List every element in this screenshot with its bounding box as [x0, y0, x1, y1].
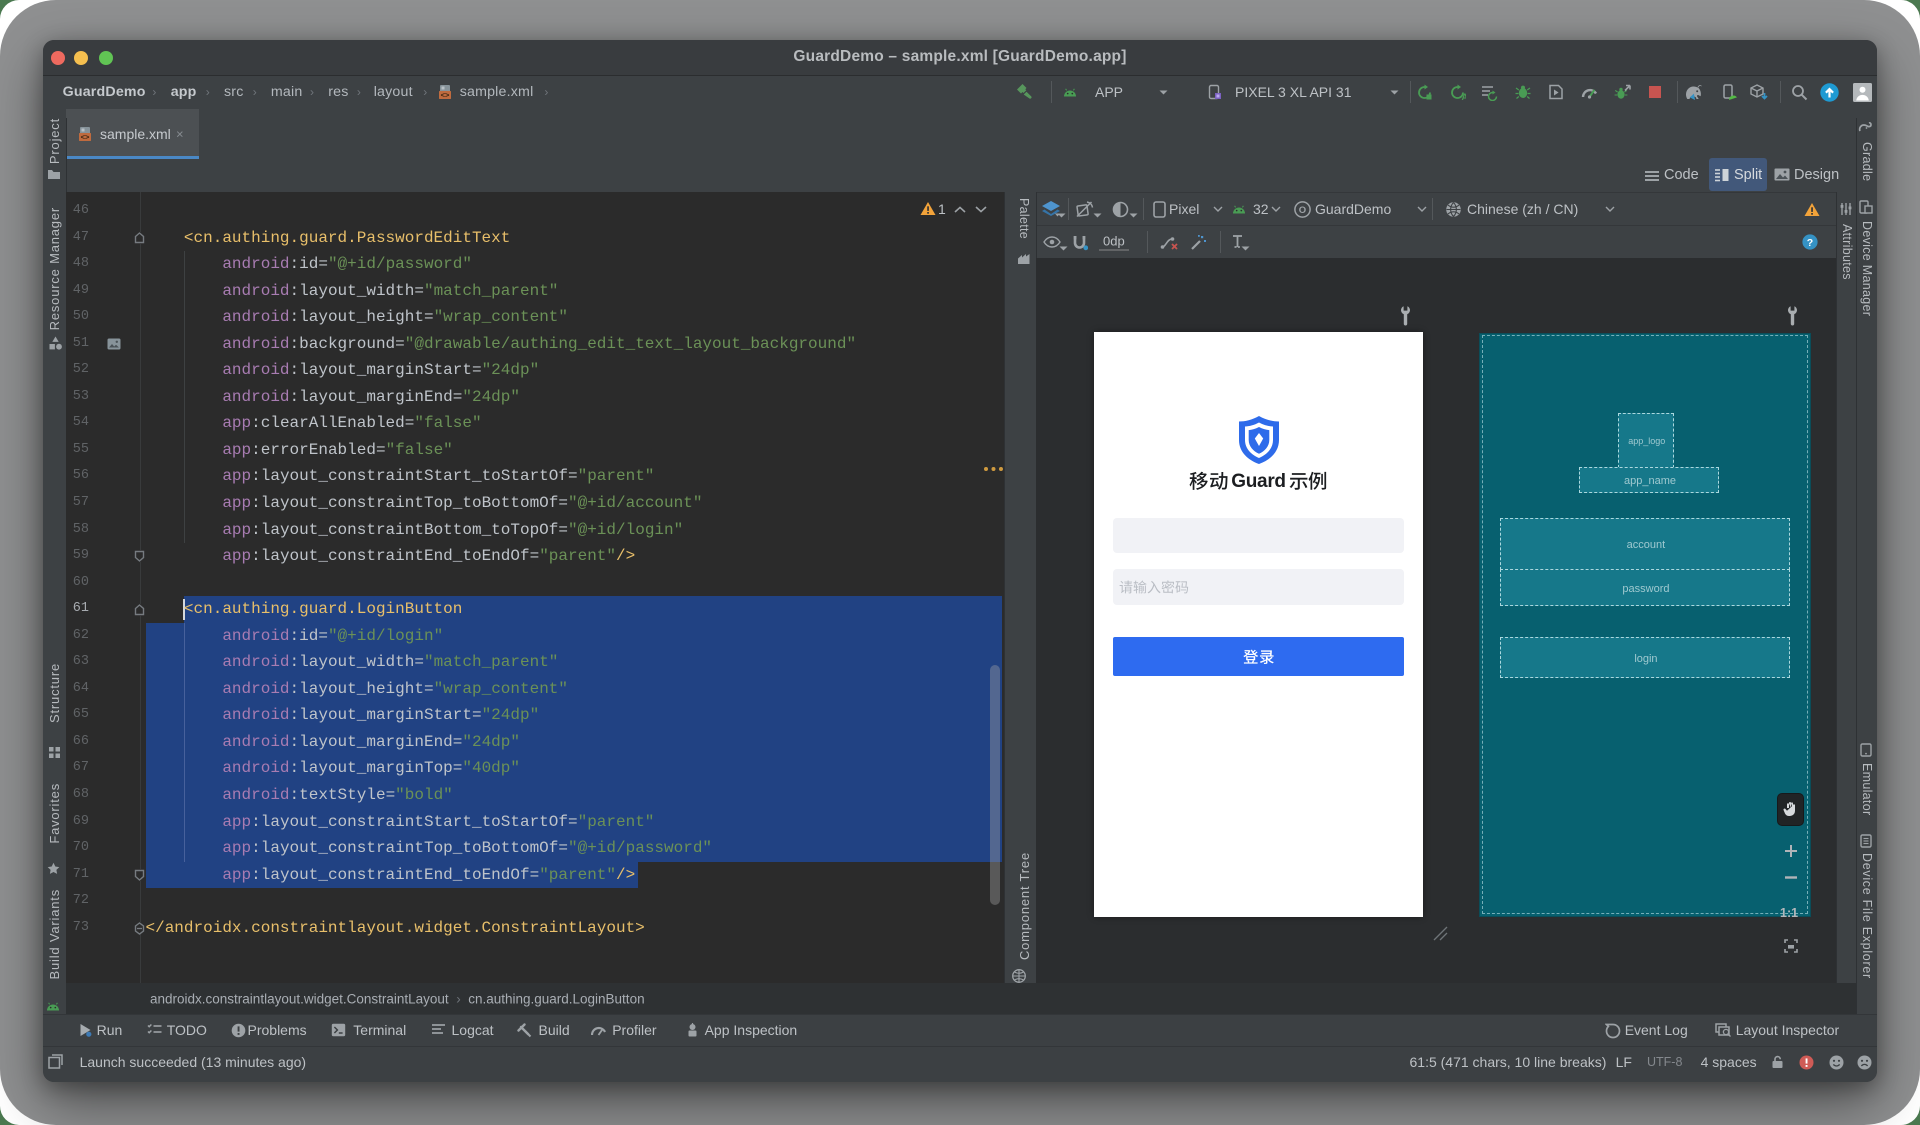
svg-text:O: O — [1299, 205, 1306, 216]
svg-text:A: A — [1462, 92, 1467, 101]
svg-text:<>: <> — [441, 90, 450, 99]
svg-text:?: ? — [1807, 237, 1813, 249]
svg-text:<>: <> — [81, 132, 90, 141]
